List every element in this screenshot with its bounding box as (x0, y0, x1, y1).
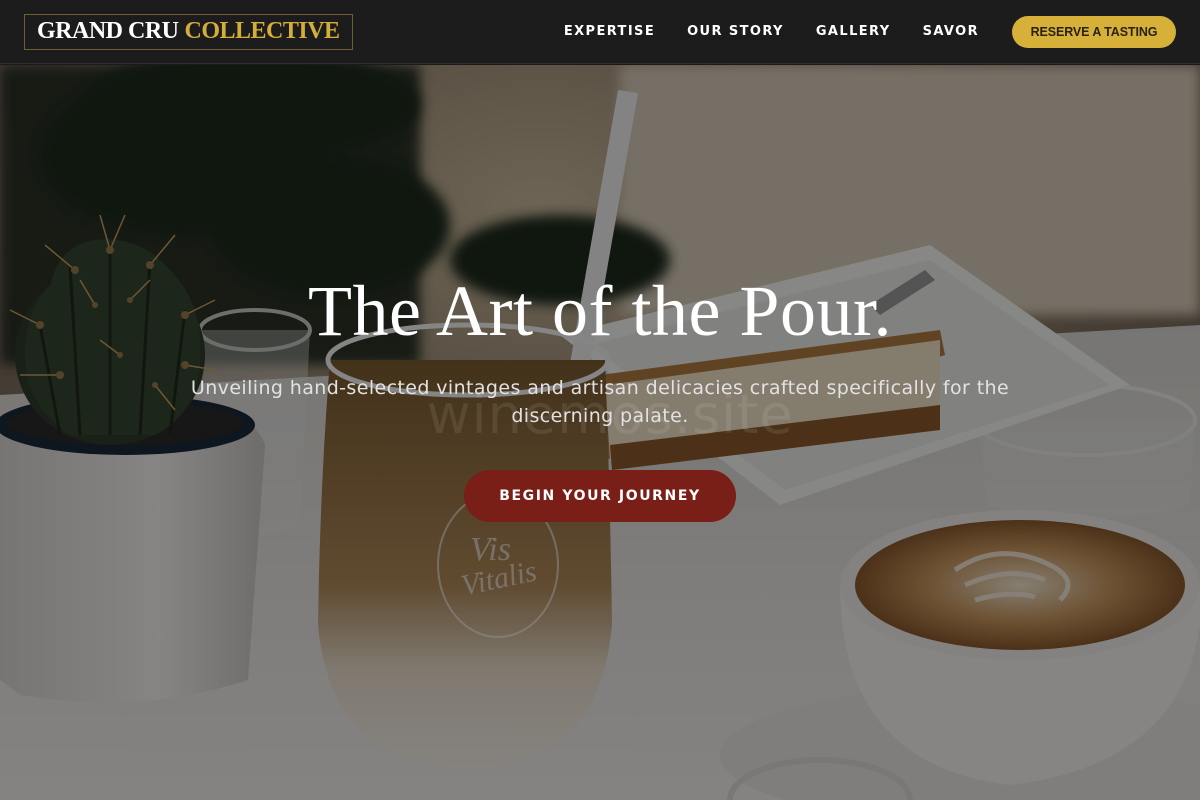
nav-expertise[interactable]: EXPERTISE (564, 24, 655, 39)
begin-journey-button[interactable]: BEGIN YOUR JOURNEY (464, 470, 736, 522)
nav-gallery[interactable]: GALLERY (816, 24, 891, 39)
main-nav: EXPERTISE OUR STORY GALLERY SAVOR RESERV… (564, 15, 1176, 48)
reserve-tasting-button[interactable]: RESERVE A TASTING (1012, 15, 1176, 48)
logo-primary-text: GRAND CRU (37, 18, 179, 44)
nav-our-story[interactable]: OUR STORY (687, 24, 784, 39)
hero-title: The Art of the Pour. (308, 271, 892, 351)
hero-subtitle: Unveiling hand-selected vintages and art… (190, 377, 1010, 427)
site-header: GRAND CRU COLLECTIVE EXPERTISE OUR STORY… (0, 0, 1200, 64)
brand-logo[interactable]: GRAND CRU COLLECTIVE (24, 13, 353, 50)
hero-content: winemos.site The Art of the Pour. Unveil… (0, 65, 1200, 800)
logo-accent-text: COLLECTIVE (184, 18, 341, 44)
nav-savor[interactable]: SAVOR (923, 24, 979, 39)
hero-section: Vis Vitalis winemos.site The Art of the … (0, 65, 1200, 800)
